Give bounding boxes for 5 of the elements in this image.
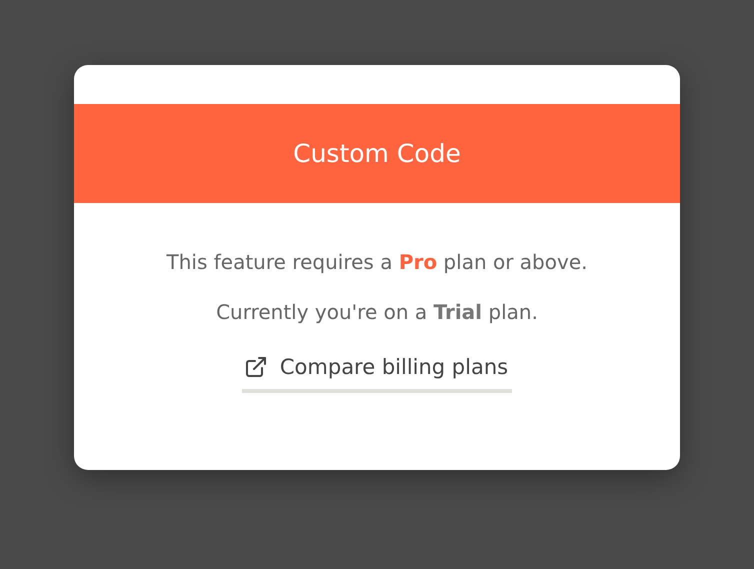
current-plan-message: Currently you're on a Trial plan. (215, 300, 539, 324)
external-link-icon (244, 355, 268, 379)
dialog-title: Custom Code (74, 104, 680, 203)
requirement-message: This feature requires a Pro plan or above. (166, 250, 588, 274)
compare-plans-link[interactable]: Compare billing plans (242, 355, 512, 393)
